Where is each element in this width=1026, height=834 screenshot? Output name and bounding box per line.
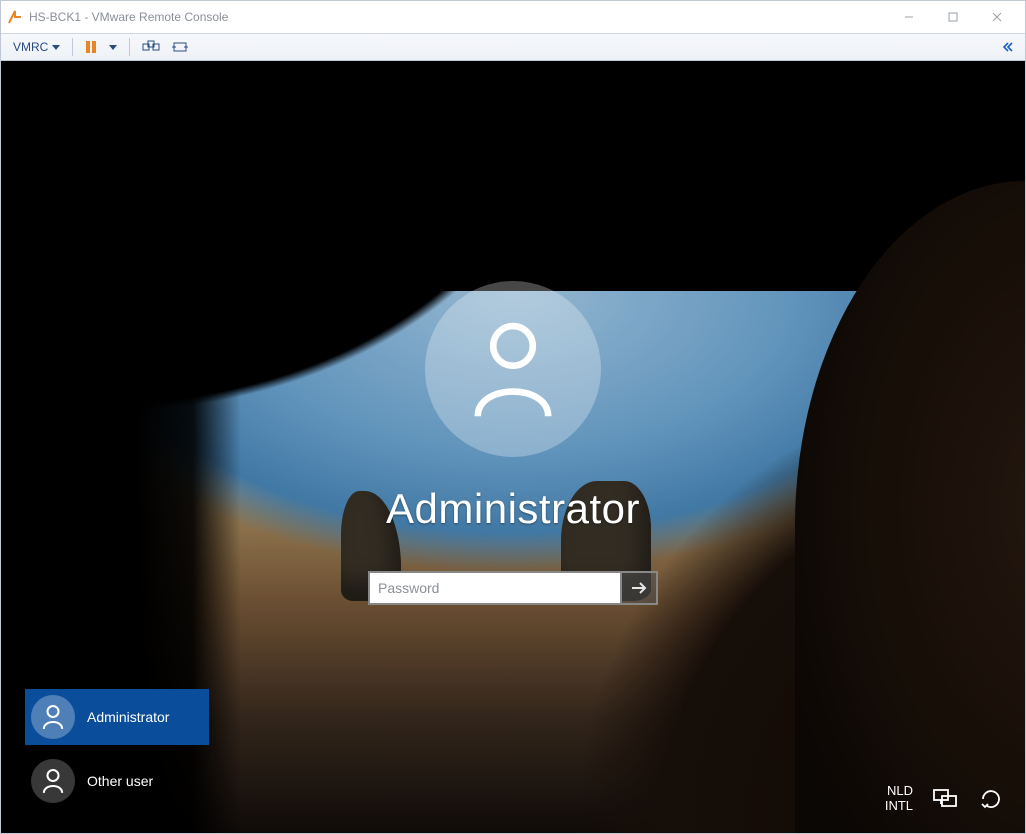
- user-item-label: Other user: [87, 773, 153, 789]
- separator: [72, 38, 73, 56]
- language-indicator[interactable]: NLD INTL: [885, 784, 913, 813]
- maximize-button[interactable]: [931, 2, 975, 32]
- user-item-other[interactable]: Other user: [25, 753, 209, 809]
- password-row: [368, 571, 658, 605]
- pause-dropdown[interactable]: [103, 43, 123, 52]
- user-switcher: Administrator Other user: [25, 689, 209, 809]
- remote-display[interactable]: Administrator Administrator Other user: [1, 61, 1025, 833]
- send-cad-button[interactable]: [136, 38, 166, 56]
- chevron-down-icon: [52, 45, 60, 50]
- fullscreen-icon: [172, 41, 188, 53]
- toolbar: VMRC: [1, 33, 1025, 61]
- avatar: [31, 759, 75, 803]
- status-area: NLD INTL: [885, 784, 1005, 813]
- ease-of-access-icon: [979, 787, 1003, 811]
- close-button[interactable]: [975, 2, 1019, 32]
- app-icon: [7, 9, 23, 25]
- ease-of-access-button[interactable]: [977, 787, 1005, 811]
- titlebar: HS-BCK1 - VMware Remote Console: [1, 1, 1025, 33]
- maximize-icon: [948, 12, 958, 22]
- chevron-double-left-icon: [1003, 42, 1013, 52]
- network-icon: [932, 788, 958, 810]
- language-line1: NLD: [885, 784, 913, 798]
- chevron-down-icon: [109, 45, 117, 50]
- window-title: HS-BCK1 - VMware Remote Console: [29, 10, 228, 24]
- separator: [129, 38, 130, 56]
- network-button[interactable]: [931, 787, 959, 811]
- pause-icon: [85, 40, 97, 54]
- send-cad-icon: [142, 40, 160, 54]
- minimize-button[interactable]: [887, 2, 931, 32]
- window-controls: [887, 2, 1019, 32]
- pause-button[interactable]: [79, 38, 103, 56]
- user-avatar: [425, 281, 601, 457]
- close-icon: [992, 12, 1002, 22]
- username-label: Administrator: [386, 485, 640, 533]
- vmrc-menu-label: VMRC: [13, 40, 48, 54]
- collapse-toolbar-button[interactable]: [997, 40, 1019, 54]
- person-icon: [42, 768, 64, 794]
- app-window: HS-BCK1 - VMware Remote Console VMRC: [0, 0, 1026, 834]
- person-icon: [469, 319, 557, 419]
- fullscreen-button[interactable]: [166, 39, 194, 55]
- login-panel: Administrator: [368, 281, 658, 605]
- user-item-label: Administrator: [87, 709, 169, 725]
- vmrc-menu[interactable]: VMRC: [7, 38, 66, 56]
- user-item-administrator[interactable]: Administrator: [25, 689, 209, 745]
- avatar: [31, 695, 75, 739]
- minimize-icon: [904, 12, 914, 22]
- person-icon: [42, 704, 64, 730]
- submit-button[interactable]: [620, 571, 658, 605]
- arrow-right-icon: [630, 581, 648, 595]
- language-line2: INTL: [885, 799, 913, 813]
- password-input[interactable]: [368, 571, 620, 605]
